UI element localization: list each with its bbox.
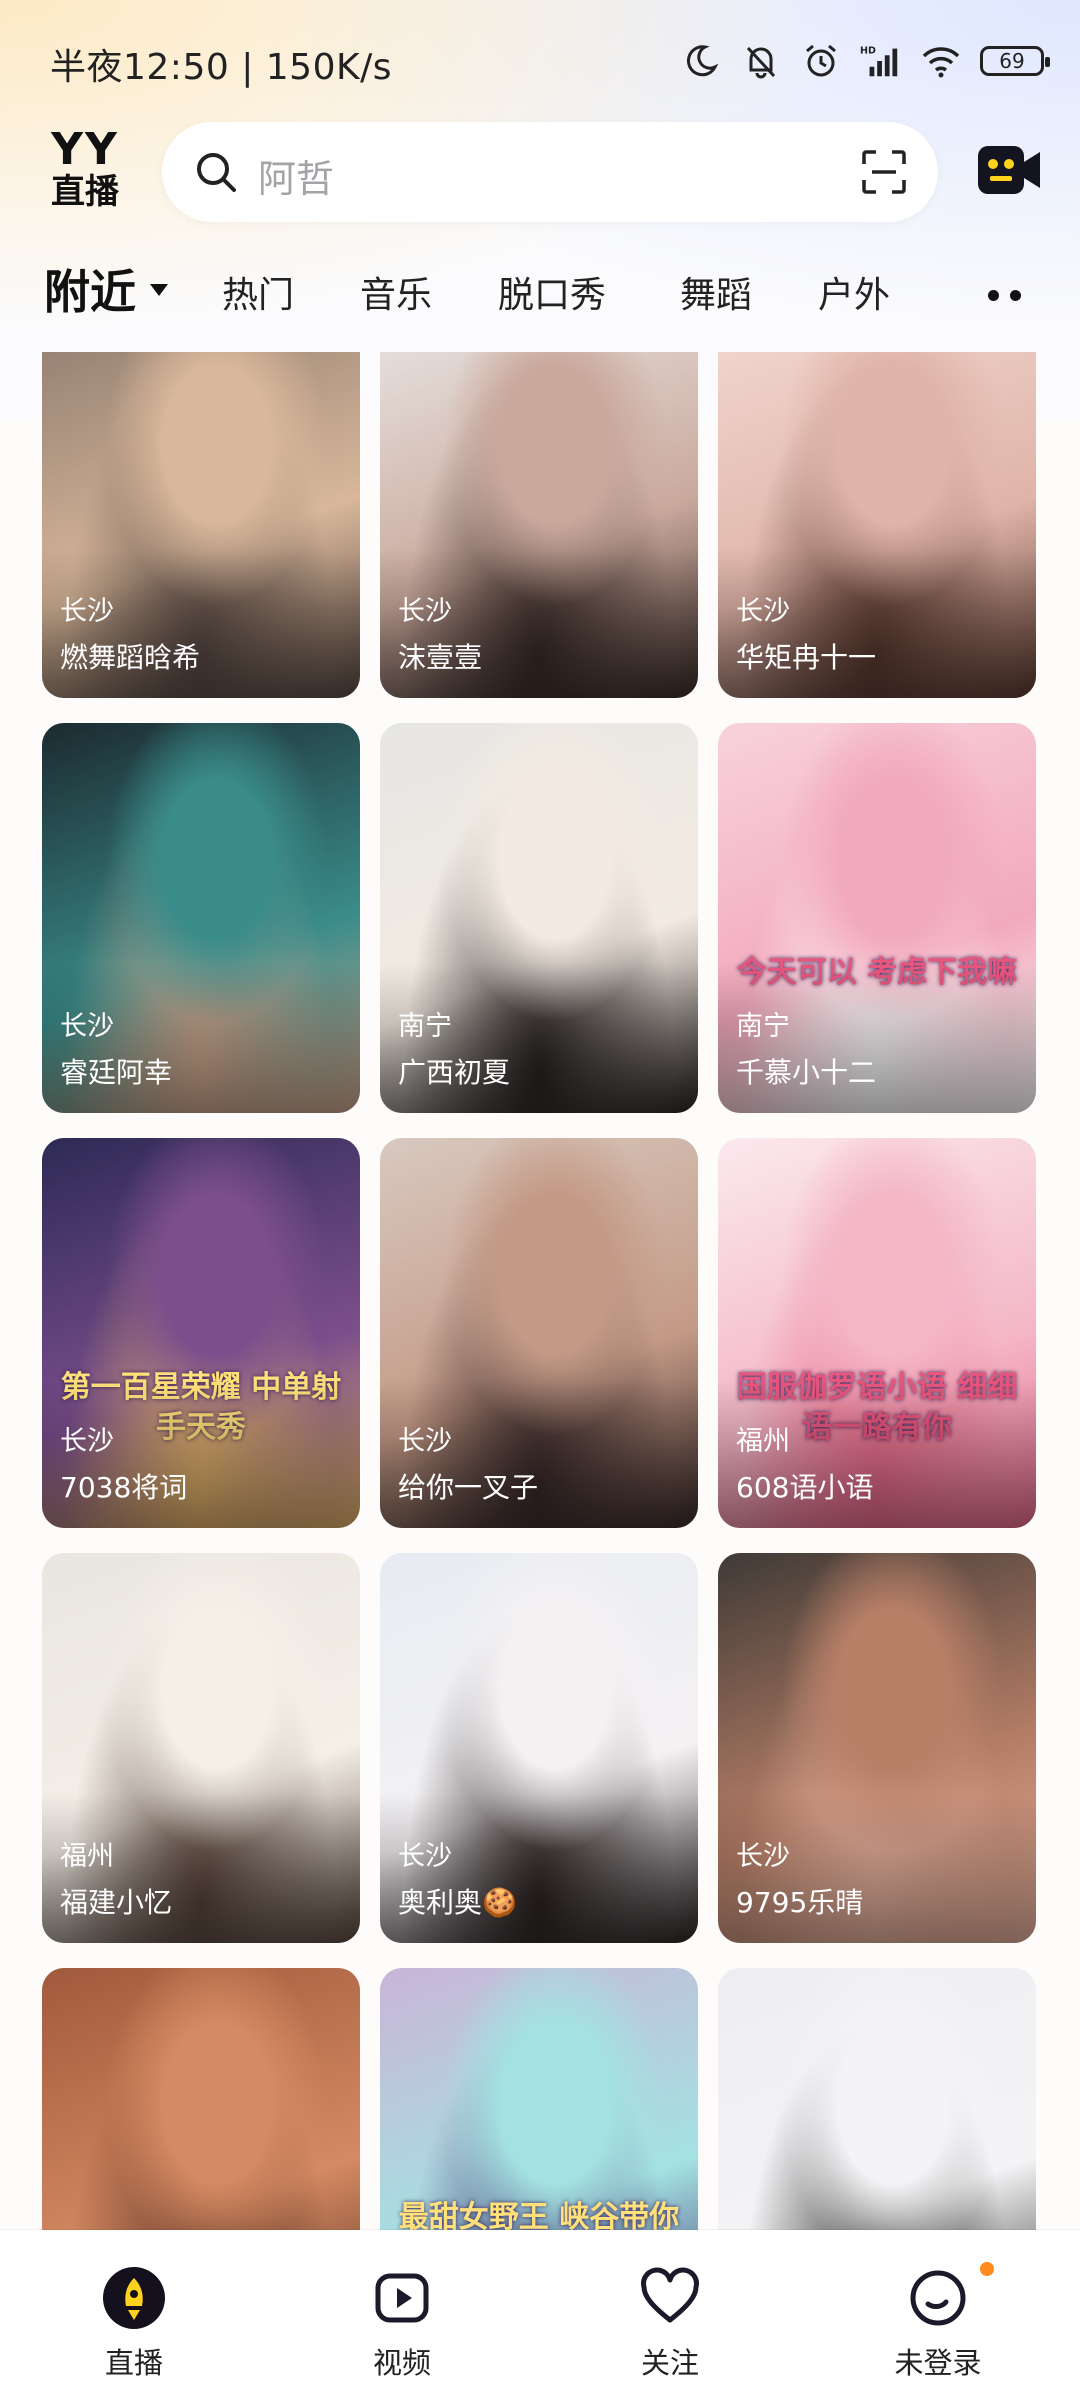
camera-icon[interactable]	[976, 140, 1042, 200]
bottom-nav: 直播 视频 关注 未登录	[0, 2230, 1080, 2400]
stream-card[interactable]: 长沙奥利奥🍪	[380, 1553, 698, 1943]
nav-video[interactable]: 视频	[302, 2230, 502, 2400]
stream-name: 福建小忆	[60, 1886, 173, 1919]
tab-dance[interactable]: 舞蹈	[680, 266, 752, 318]
tab-music[interactable]: 音乐	[360, 266, 432, 318]
stream-name: 华矩冉十一	[736, 641, 877, 674]
status-icons: HD 69	[680, 36, 1050, 86]
stream-city: 长沙	[398, 1841, 452, 1872]
stream-name: 608语小语	[736, 1471, 874, 1504]
stream-thumbnail	[380, 1968, 698, 2230]
stream-card[interactable]: 南宁 广西初夏	[380, 723, 698, 1113]
bell-off-icon	[740, 40, 782, 82]
stream-city: 长沙	[60, 1426, 114, 1457]
search-icon	[197, 153, 236, 192]
stream-card[interactable]: 福州 福建小忆	[42, 1553, 360, 1943]
logo-top: YY	[51, 124, 119, 175]
more-tabs-icon[interactable]	[988, 290, 1024, 302]
stream-city: 长沙	[60, 596, 114, 627]
wifi-icon	[920, 40, 962, 82]
heart-icon	[641, 2267, 699, 2323]
chevron-down-icon[interactable]	[150, 284, 168, 296]
nav-follow-label: 关注	[640, 2346, 699, 2380]
stream-city: 福州	[60, 1841, 114, 1872]
stream-card[interactable]: 长沙 沫壹壹	[380, 352, 698, 698]
alarm-icon	[800, 40, 842, 82]
stream-name: 燃舞蹈晗希	[60, 641, 201, 674]
stream-name: 沫壹壹	[398, 641, 483, 674]
profile-icon	[910, 2270, 966, 2326]
status-bar: 半夜12:50 | 150K/s HD 69	[0, 0, 1080, 120]
stream-city: 南宁	[736, 1011, 790, 1042]
stream-city: 福州	[736, 1426, 790, 1457]
video-icon	[375, 2273, 429, 2323]
nav-live[interactable]: 直播	[34, 2230, 234, 2400]
stream-name: 给你一叉子	[398, 1471, 539, 1504]
stream-card[interactable]: 国服伽罗语小语 细细语一路有你福州608语小语	[718, 1138, 1036, 1528]
search-bar[interactable]: 阿哲	[162, 122, 938, 222]
moon-icon	[680, 40, 722, 82]
nav-profile-label: 未登录	[894, 2346, 982, 2380]
signal-icon: HD	[860, 40, 902, 82]
status-time: 半夜12:50 | 150K/s	[50, 47, 392, 88]
category-tabs: 附近 热门 音乐 脱口秀 舞蹈 户外	[0, 256, 1080, 336]
stream-name: 千慕小十二	[736, 1056, 877, 1089]
stream-card[interactable]: 长沙 睿廷阿幸	[42, 723, 360, 1113]
stream-card[interactable]: 最甜女野王 峡谷带你	[380, 1968, 698, 2230]
tab-nearby[interactable]: 附近	[44, 256, 136, 322]
stream-card[interactable]	[718, 1968, 1036, 2230]
tab-outdoor[interactable]: 户外	[818, 266, 890, 318]
notification-dot	[980, 2262, 994, 2276]
live-rocket-icon	[103, 2267, 165, 2329]
nav-video-label: 视频	[372, 2346, 431, 2380]
nav-profile[interactable]: 未登录	[838, 2230, 1038, 2400]
stream-city: 南宁	[398, 1011, 452, 1042]
stream-overlay-text: 最甜女野王 峡谷带你	[398, 2200, 680, 2230]
search-placeholder: 阿哲	[258, 157, 335, 201]
stream-city: 长沙	[736, 1841, 790, 1872]
stream-card[interactable]: 长沙 燃舞蹈晗希	[42, 352, 360, 698]
stream-grid: 长沙燃舞蹈晗希长沙沫壹壹长沙华矩冉十一长沙睿廷阿幸南宁广西初夏今天可以 考虑下我…	[0, 352, 1080, 2230]
stream-card[interactable]: 第一百星荣耀 中单射手天秀长沙7038将词	[42, 1138, 360, 1528]
stream-thumbnail	[718, 1968, 1036, 2230]
stream-city: 长沙	[398, 596, 452, 627]
logo-bottom: 直播	[51, 172, 119, 212]
stream-card[interactable]: 长沙 华矩冉十一	[718, 352, 1036, 698]
svg-text:HD: HD	[860, 45, 876, 56]
stream-name: 7038将词	[60, 1471, 188, 1504]
stream-city: 长沙	[398, 1426, 452, 1457]
stream-name: 睿廷阿幸	[60, 1056, 173, 1089]
stream-name: 广西初夏	[398, 1056, 511, 1089]
stream-city: 长沙	[736, 596, 790, 627]
nav-live-label: 直播	[104, 2346, 163, 2380]
stream-card[interactable]: 长沙 给你一叉子	[380, 1138, 698, 1528]
scan-icon[interactable]	[860, 148, 908, 196]
tab-hot[interactable]: 热门	[222, 266, 294, 318]
stream-thumbnail	[42, 1968, 360, 2230]
stream-card[interactable]: 今天可以 考虑下我嘛南宁千慕小十二	[718, 723, 1036, 1113]
stream-card[interactable]: 长沙 9795乐晴	[718, 1553, 1036, 1943]
battery-icon: 69	[980, 46, 1050, 76]
app-logo[interactable]: YY 直播	[44, 128, 126, 218]
stream-name: 奥利奥🍪	[398, 1886, 517, 1919]
nav-follow[interactable]: 关注	[570, 2230, 770, 2400]
stream-name: 9795乐晴	[736, 1886, 864, 1919]
stream-card[interactable]	[42, 1968, 360, 2230]
tab-talk-show[interactable]: 脱口秀	[498, 266, 606, 318]
stream-city: 长沙	[60, 1011, 114, 1042]
